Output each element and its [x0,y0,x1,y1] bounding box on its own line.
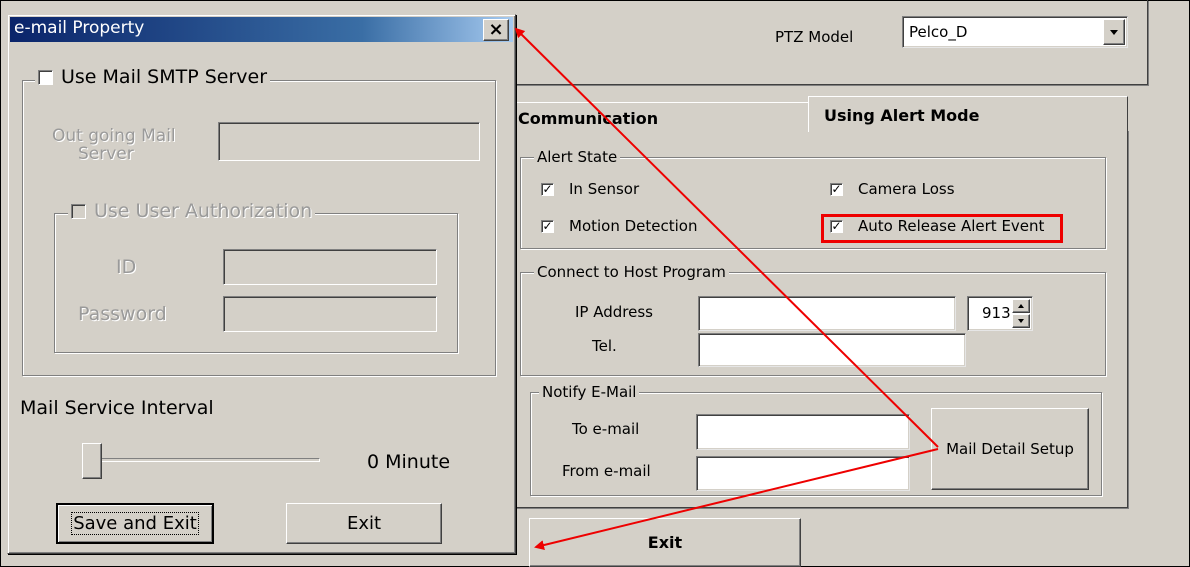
id-input[interactable] [223,249,437,285]
to-email-input[interactable] [696,414,910,450]
tab-communication-label: Communication [518,109,659,128]
port-down-button[interactable] [1012,314,1030,328]
interval-value: 0 Minute [367,451,451,473]
auto-release-highlight [821,214,1063,243]
ptz-model-value: Pelco_D [909,23,968,41]
mail-detail-setup-label: Mail Detail Setup [946,440,1074,458]
spin-down-icon [1018,319,1024,323]
camera-loss-checkbox[interactable]: ✓ [830,183,843,196]
tab-communication[interactable]: Communication [512,102,810,131]
port-value: 913 [982,304,1011,322]
notify-email-legend: Notify E-Mail [539,383,640,401]
password-label: Password [78,303,167,325]
use-auth-label: Use User Authorization [94,200,313,222]
dialog-title: e-mail Property [14,18,145,38]
spin-up-icon [1018,304,1024,308]
interval-slider-track[interactable] [82,458,320,462]
save-and-exit-button[interactable]: Save and Exit [56,503,214,544]
outgoing-server-input[interactable] [218,122,480,161]
outgoing-server-label-1: Out going Mail [52,126,176,146]
tel-input[interactable] [698,333,966,367]
chevron-down-icon [1110,30,1118,35]
save-and-exit-label: Save and Exit [71,512,199,535]
from-email-input[interactable] [696,456,910,491]
tel-label: Tel. [592,337,617,355]
port-spinner[interactable]: 913 [967,296,1033,331]
password-input[interactable] [223,296,437,332]
in-sensor-label: In Sensor [569,180,640,198]
mail-detail-setup-button[interactable]: Mail Detail Setup [931,408,1089,490]
main-exit-label: Exit [647,533,683,552]
main-exit-button[interactable]: Exit [529,518,801,567]
interval-slider-thumb[interactable] [82,443,102,479]
motion-detection-checkbox[interactable]: ✓ [541,220,554,233]
ptz-dropdown-button[interactable] [1103,19,1125,45]
use-auth-checkbox[interactable] [71,203,86,219]
alert-state-legend: Alert State [534,148,621,166]
mail-service-interval-label: Mail Service Interval [20,397,214,419]
use-smtp-checkbox[interactable] [38,69,53,85]
id-label: ID [116,256,137,278]
dialog-title-bar[interactable]: e-mail Property [10,17,513,42]
ip-address-input[interactable] [698,296,956,331]
dialog-exit-label: Exit [346,513,382,534]
port-up-button[interactable] [1012,299,1030,313]
ptz-model-label: PTZ Model [775,28,854,46]
tab-using-alert-mode-label: Using Alert Mode [824,106,980,125]
smtp-legend: Use Mail SMTP Server [35,66,271,90]
ptz-model-select[interactable]: Pelco_D [902,16,1128,48]
auth-legend: Use User Authorization [68,200,316,224]
camera-loss-label: Camera Loss [858,180,955,198]
outgoing-server-label-2: Server [78,144,134,164]
motion-detection-label: Motion Detection [569,217,698,235]
dialog-close-button[interactable]: × [483,19,509,41]
connect-host-legend: Connect to Host Program [534,263,729,281]
use-smtp-label: Use Mail SMTP Server [61,66,268,88]
from-email-label: From e-mail [562,462,651,480]
dialog-exit-button[interactable]: Exit [286,503,442,544]
close-icon: × [488,19,504,40]
ip-address-label: IP Address [575,303,653,321]
tab-using-alert-mode[interactable]: Using Alert Mode [808,96,1128,132]
in-sensor-checkbox[interactable]: ✓ [541,183,554,196]
to-email-label: To e-mail [572,420,640,438]
